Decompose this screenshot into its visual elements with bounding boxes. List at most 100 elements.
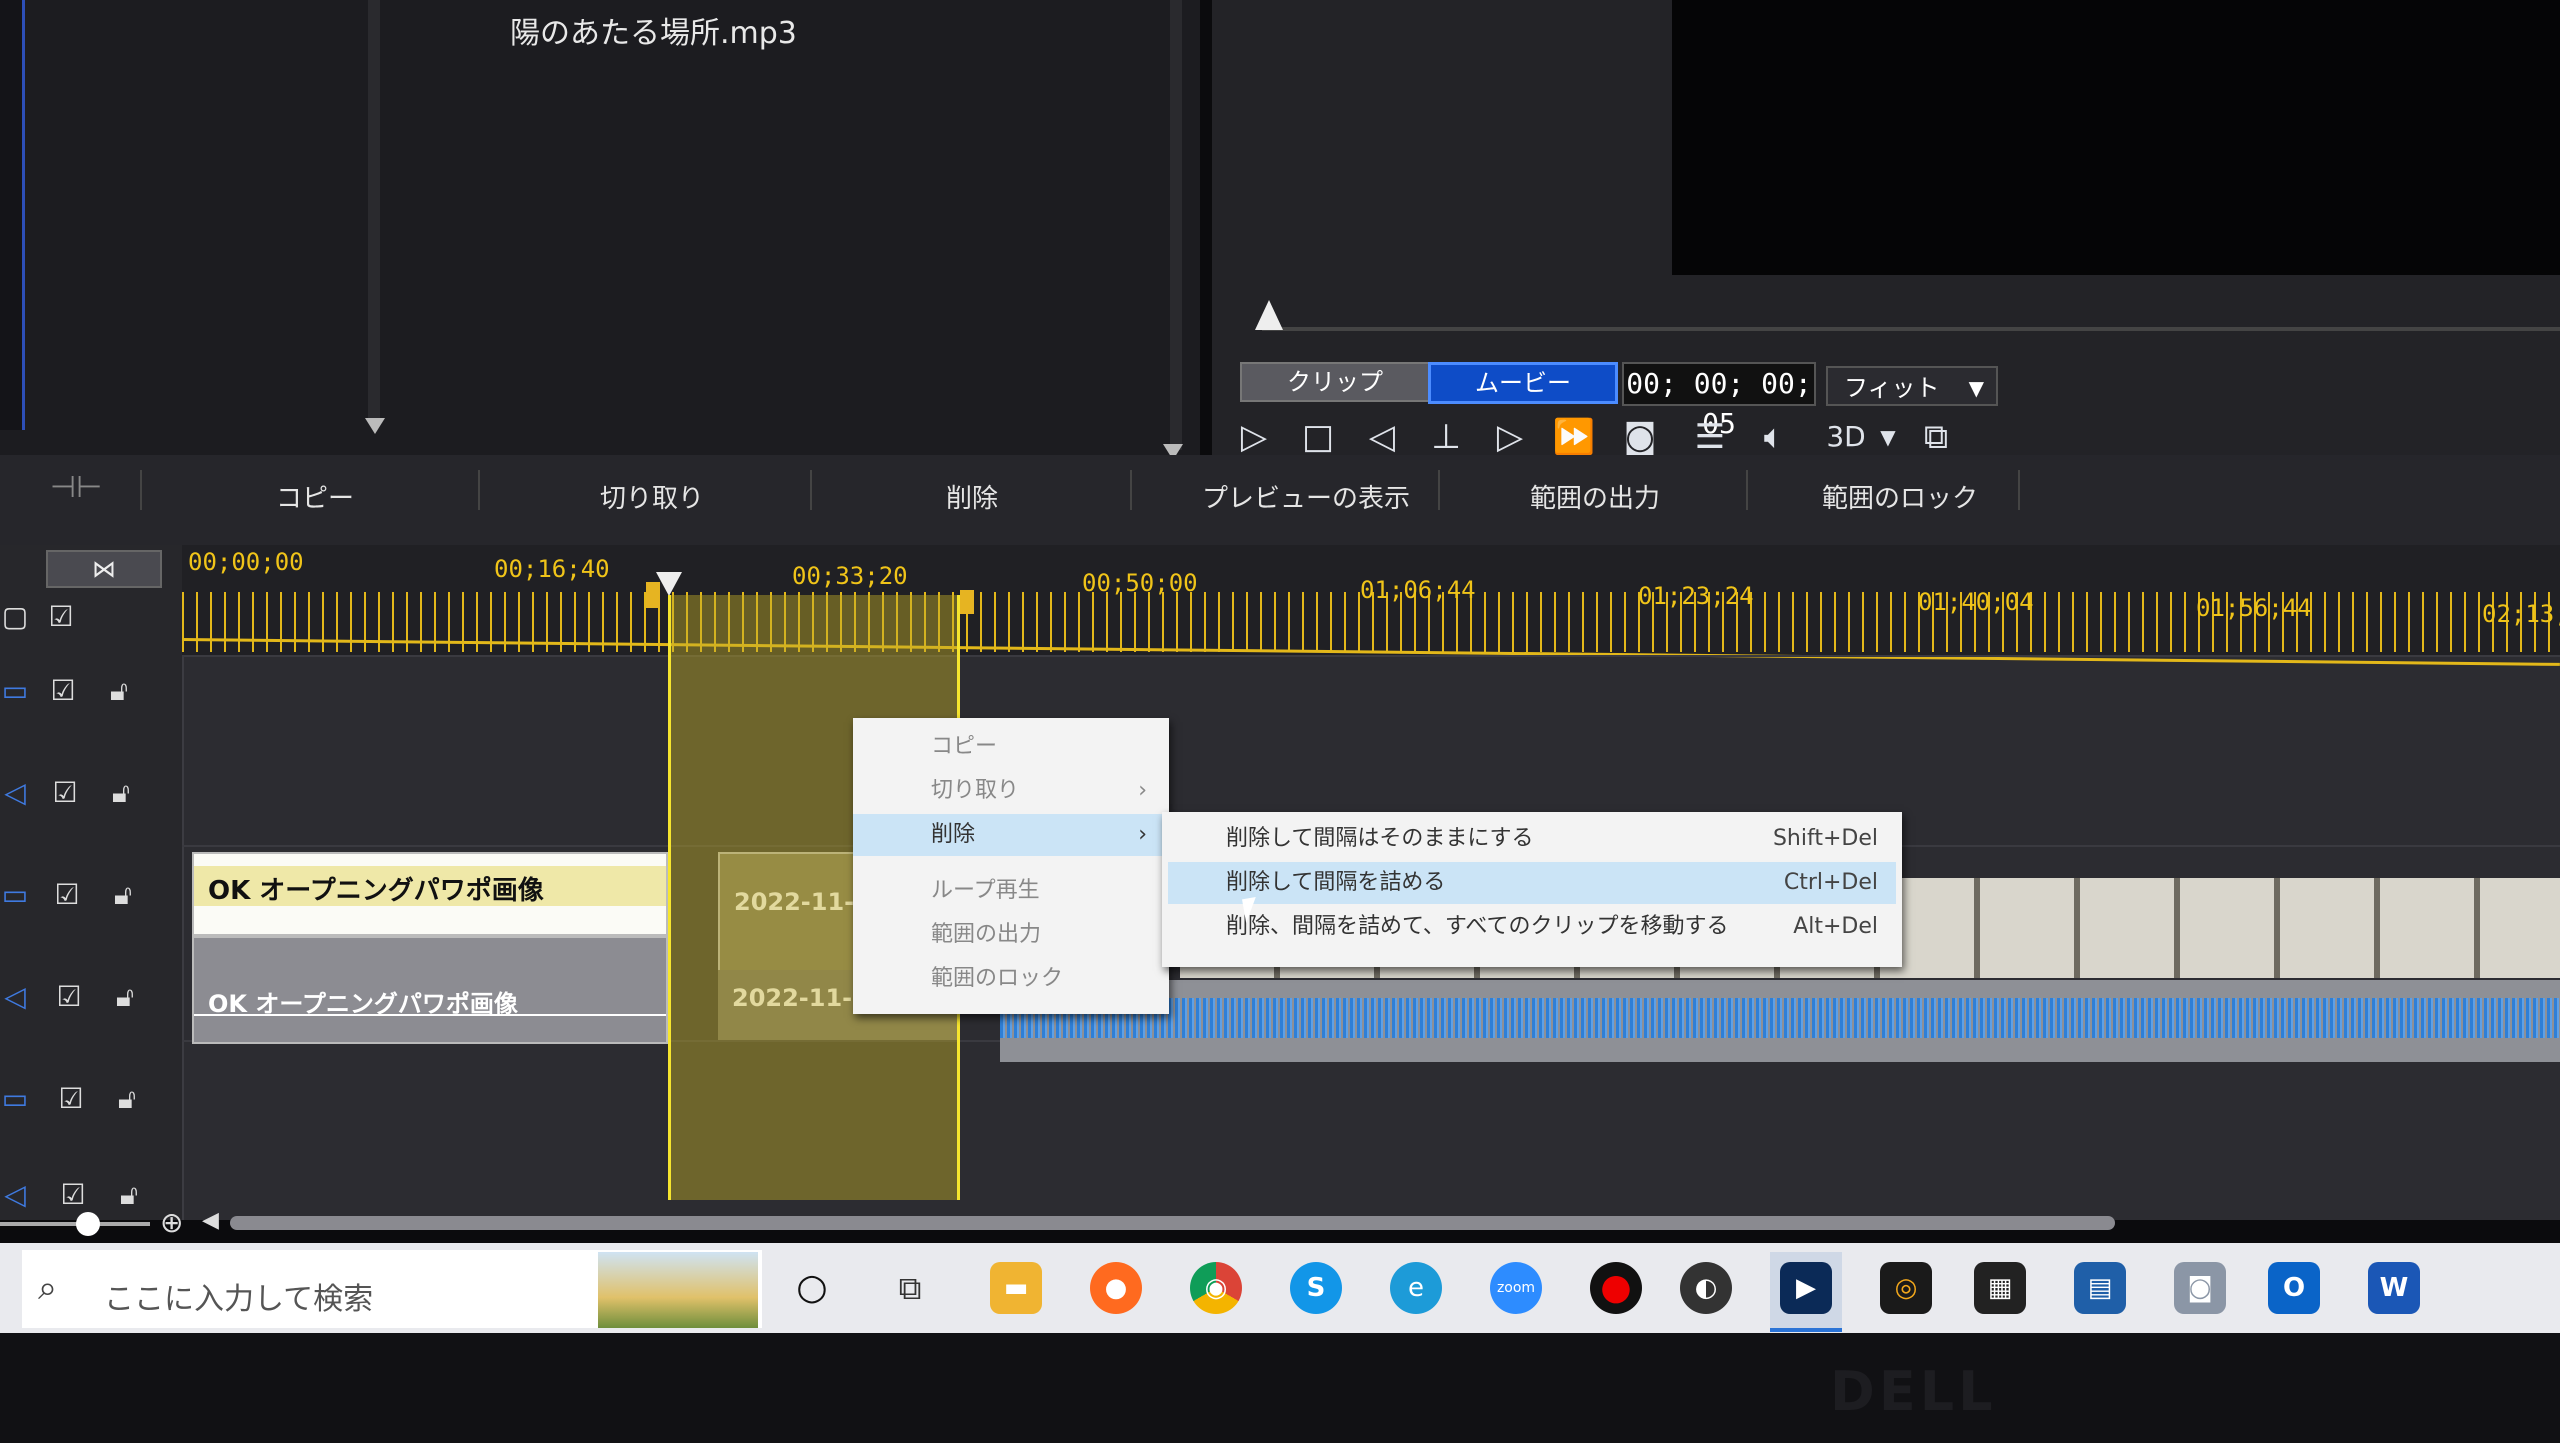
search-placeholder[interactable]: ここに入力して検索	[104, 1274, 373, 1318]
zoom-fit-select[interactable]: フィット ▼	[1826, 366, 1998, 406]
track-select-icon[interactable]: ▢	[0, 602, 30, 632]
lecture-audio-clip[interactable]	[1000, 980, 2560, 1062]
mark-in-icon[interactable]: ⊥	[1424, 415, 1468, 459]
cortana-circle-icon[interactable]: ○	[786, 1262, 838, 1314]
volume-icon[interactable]: 🔈︎	[1752, 415, 1796, 459]
toolbar-divider	[1130, 470, 1132, 510]
track-enable-checkbox[interactable]: ☑	[54, 982, 84, 1012]
chevron-down-icon[interactable]: ▼	[1866, 415, 1910, 459]
next-frame-icon[interactable]: ▷	[1488, 415, 1532, 459]
edge-icon[interactable]: e	[1390, 1262, 1442, 1314]
fit-label: フィット	[1844, 374, 1940, 402]
fast-forward-icon[interactable]: ⏩	[1552, 415, 1596, 459]
delete-submenu: 削除して間隔はそのままにする Shift+Del 削除して間隔を詰める Ctrl…	[1162, 812, 1902, 967]
detach-preview-icon[interactable]: ⧉	[1914, 415, 1958, 459]
lock-icon[interactable]: 🔓︎	[112, 1084, 142, 1114]
word-icon[interactable]: W	[2368, 1262, 2420, 1314]
clip-mode-button[interactable]: クリップ	[1240, 362, 1430, 402]
audio-track-icon: ◁	[4, 776, 26, 809]
toolbar-divider	[140, 470, 142, 510]
subtitle-icon[interactable]: ☰	[1688, 415, 1732, 459]
track-enable-checkbox[interactable]: ☑	[48, 676, 78, 706]
scroll-left-icon[interactable]: ◀	[202, 1208, 219, 1233]
zoom-app-icon[interactable]: zoom	[1490, 1262, 1542, 1314]
delete-close-gap[interactable]: 削除して間隔を詰める Ctrl+Del	[1168, 862, 1896, 904]
toolbar-divider	[810, 470, 812, 510]
ctx-delete[interactable]: 削除 ›	[853, 814, 1169, 856]
opening-title-audio-clip[interactable]: OK オープニングパワポ画像	[192, 936, 668, 1044]
lock-icon[interactable]: 🔓︎	[106, 778, 136, 808]
media-app-icon[interactable]: ◎	[1880, 1262, 1932, 1314]
show-preview-button[interactable]: プレビューの表示	[1202, 478, 1410, 515]
toolbar-divider	[2018, 470, 2020, 510]
chrome-icon[interactable]: ◉	[1190, 1262, 1242, 1314]
ctx-loop-play[interactable]: ループ再生	[853, 870, 1169, 912]
record-icon[interactable]: ●	[1590, 1262, 1642, 1314]
lock-icon[interactable]: 🔓︎	[114, 1180, 144, 1210]
skype-icon[interactable]: S	[1290, 1262, 1342, 1314]
delete-close-gap-move-all[interactable]: 削除、間隔を詰めて、すべてのクリップを移動する Alt+Del	[1162, 906, 1902, 948]
lock-icon[interactable]: 🔓︎	[108, 880, 138, 910]
media-scrollbar-left[interactable]	[368, 0, 380, 420]
delete-keep-gap[interactable]: 削除して間隔はそのままにする Shift+Del	[1162, 818, 1902, 860]
photo-director-icon[interactable]: ▦	[1974, 1262, 2026, 1314]
range-start-handle[interactable]	[646, 582, 660, 608]
search-highlight-image	[598, 1252, 758, 1328]
media-scrollbar-right[interactable]	[1170, 0, 1182, 450]
photos-icon[interactable]: ▤	[2074, 1262, 2126, 1314]
track-enable-checkbox[interactable]: ☑	[58, 1180, 88, 1210]
lock-range-button[interactable]: 範囲のロック	[1822, 478, 1978, 515]
play-icon[interactable]: ▷	[1232, 415, 1276, 459]
ruler-tick-label: 01;23;24	[1638, 582, 1754, 610]
powerdirector-icon[interactable]: ▶	[1780, 1262, 1832, 1314]
movie-mode-button[interactable]: ムービー	[1428, 362, 1618, 404]
range-end-handle[interactable]	[960, 590, 974, 614]
lock-icon[interactable]: 🔓︎	[104, 676, 134, 706]
fit-timeline-icon[interactable]: ⋈	[46, 550, 162, 588]
timecode-display[interactable]: 00; 00; 00; 05	[1622, 362, 1816, 440]
snapshot-camera-icon[interactable]: ◙	[1618, 415, 1662, 459]
clip-title: OK オープニングパワポ画像	[208, 876, 544, 906]
lock-icon[interactable]: 🔓︎	[110, 982, 140, 1012]
ctx-cut[interactable]: 切り取り ›	[853, 770, 1169, 812]
camera-icon[interactable]: ◙	[2174, 1262, 2226, 1314]
dell-logo: DELL	[1830, 1360, 1997, 1423]
ctx-cut-label: 切り取り	[931, 778, 1020, 803]
media-file-name[interactable]: 陽のあたる場所.mp3	[510, 8, 797, 52]
track-enable-checkbox[interactable]: ☑	[56, 1084, 86, 1114]
ruler-tick-label: 00;16;40	[494, 555, 610, 583]
scroll-down-arrow-icon[interactable]	[365, 418, 385, 434]
split-icon[interactable]: ⊣⊢	[50, 470, 102, 505]
obs-icon[interactable]: ◐	[1680, 1262, 1732, 1314]
shortcut-label: Shift+Del	[1772, 826, 1878, 851]
timeline-horizontal-scrollbar[interactable]	[230, 1216, 2115, 1230]
cut-button[interactable]: 切り取り	[600, 478, 704, 515]
preview-seek-slider[interactable]	[1262, 327, 2560, 331]
track-enable-checkbox[interactable]: ☑	[50, 778, 80, 808]
file-explorer-icon[interactable]: ▬	[990, 1262, 1042, 1314]
ruler-tick-label: 02;13;	[2482, 600, 2560, 628]
video-track-icon: ▭	[1, 1082, 29, 1115]
task-view-icon[interactable]: ⧉	[884, 1262, 936, 1314]
timeline-zoom-slider[interactable]	[0, 1222, 150, 1226]
copy-button[interactable]: コピー	[276, 478, 354, 515]
ctx-delete-label: 削除	[931, 822, 976, 847]
ctx-output-range[interactable]: 範囲の出力	[853, 914, 1169, 956]
delete-button[interactable]: 削除	[946, 478, 998, 515]
audio-track-icon: ◁	[4, 980, 26, 1013]
zoom-in-icon[interactable]: ⊕	[160, 1206, 183, 1239]
menu-item-label: 削除して間隔を詰める	[1226, 870, 1446, 895]
ctx-copy[interactable]: コピー	[853, 726, 1169, 768]
ruler-tick-label: 00;50;00	[1082, 569, 1198, 597]
track-enable-checkbox[interactable]: ☑	[52, 880, 82, 910]
stop-icon[interactable]: □	[1296, 415, 1340, 459]
prev-frame-icon[interactable]: ◁	[1360, 415, 1404, 459]
zoom-slider-thumb[interactable]	[76, 1212, 100, 1236]
seek-thumb[interactable]	[1255, 300, 1283, 330]
ctx-lock-range[interactable]: 範囲のロック	[853, 958, 1169, 1000]
track-enable-checkbox[interactable]: ☑	[46, 602, 76, 632]
firefox-icon[interactable]: ●	[1090, 1262, 1142, 1314]
opening-title-video-clip[interactable]: OK オープニングパワポ画像	[192, 852, 668, 936]
outlook-icon[interactable]: O	[2268, 1262, 2320, 1314]
output-range-button[interactable]: 範囲の出力	[1530, 478, 1660, 515]
